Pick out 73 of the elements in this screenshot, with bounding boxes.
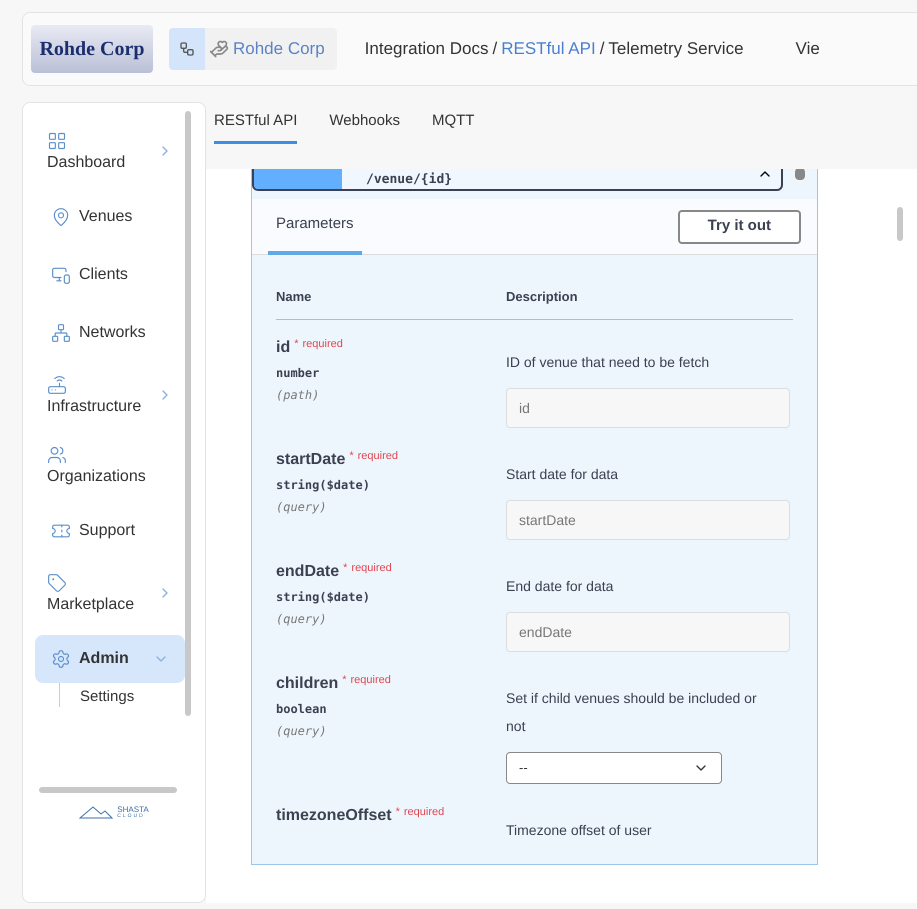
sidebar-item[interactable]: Marketplace — [35, 565, 185, 625]
required-label: required — [404, 804, 444, 820]
required-asterisk: * — [294, 336, 298, 352]
vertical-scrollbar[interactable] — [185, 111, 191, 716]
parameter-type: string($date) — [276, 588, 370, 606]
router-icon — [47, 375, 67, 395]
operation-summary[interactable]: /venue/{id} — [252, 169, 783, 191]
parameter-location: (query) — [276, 610, 327, 628]
gear-icon — [51, 649, 71, 669]
parameter-name: startDate — [276, 450, 346, 470]
breadcrumb-separator: / — [492, 38, 498, 60]
sidebar-item[interactable]: Support — [35, 507, 185, 555]
horizontal-scrollbar[interactable] — [39, 787, 177, 793]
sidebar-subitem[interactable]: Settings — [80, 687, 185, 707]
parameter-location: (query) — [276, 722, 327, 740]
sidebar-item[interactable]: Organizations — [35, 437, 185, 497]
price-tag-icon — [47, 573, 67, 593]
tab[interactable]: Webhooks — [329, 110, 400, 144]
parameter-location: (path) — [276, 386, 320, 404]
required-asterisk: * — [342, 672, 347, 688]
parameter-type: string($date) — [276, 476, 370, 494]
input-field[interactable]: endDate — [506, 612, 790, 652]
breadcrumb-item: Telemetry Service — [608, 38, 744, 60]
network-icon — [51, 323, 71, 343]
devices-icon — [51, 265, 71, 285]
brand-name: SHASTA — [117, 806, 149, 814]
sidebar-item[interactable]: Dashboard — [35, 123, 185, 183]
hierarchy-icon — [179, 41, 195, 57]
parameter-name: timezoneOffset — [276, 806, 392, 826]
sidebar-item[interactable]: Clients — [35, 251, 185, 299]
tab[interactable]: RESTful API — [214, 110, 298, 144]
map-pin-icon — [51, 207, 71, 227]
select-field[interactable]: -- — [506, 752, 722, 784]
parameter-name: children — [276, 674, 338, 694]
breadcrumb-item: Integration Docs — [364, 38, 488, 60]
endpoint-path: /venue/{id} — [366, 171, 452, 189]
sidebar-item[interactable]: Admin — [35, 635, 185, 683]
parameter-description: Set if child venues should be included or not — [506, 688, 758, 736]
sidebar-item[interactable]: Infrastructure — [35, 367, 185, 427]
required-asterisk: * — [396, 804, 400, 820]
parameter-description: End date for data — [506, 576, 614, 596]
try-it-out-button[interactable]: Try it out — [678, 210, 801, 244]
mountain-logo-icon — [79, 805, 114, 819]
section-tab[interactable]: Parameters — [268, 198, 362, 254]
hands-icon — [209, 39, 229, 59]
required-label: required — [358, 448, 398, 464]
sidebar-item[interactable]: Venues — [35, 193, 185, 241]
view-menu[interactable]: Vie — [796, 36, 820, 62]
required-label: required — [351, 560, 392, 576]
parameter-name: endDate — [276, 562, 340, 582]
parameter-type: number — [276, 364, 320, 382]
input-field[interactable]: id — [506, 388, 790, 428]
scrollbar-thumb[interactable] — [897, 207, 903, 241]
grid-icon — [47, 131, 67, 151]
parameter-name: id — [276, 338, 290, 358]
required-asterisk: * — [343, 560, 348, 576]
required-asterisk: * — [349, 448, 354, 464]
parameter-location: (query) — [276, 498, 327, 516]
sidebar-item[interactable]: Networks — [35, 309, 185, 357]
company-logo: Rohde Corp — [31, 25, 153, 73]
parameter-description: Timezone offset of user — [506, 820, 653, 840]
column-header: Description — [506, 288, 579, 306]
parameter-description: ID of venue that need to be fetch — [506, 352, 710, 372]
input-field[interactable]: startDate — [506, 500, 790, 540]
column-header: Name — [276, 288, 312, 306]
people-icon — [47, 445, 67, 465]
parameter-description: Start date for data — [506, 464, 620, 484]
required-label: required — [302, 336, 343, 352]
parameter-type: boolean — [276, 700, 327, 718]
required-label: required — [350, 672, 391, 688]
breadcrumb-separator: / — [600, 38, 604, 60]
tab[interactable]: MQTT — [432, 110, 474, 144]
breadcrumb-link[interactable]: RESTful API — [501, 36, 596, 62]
